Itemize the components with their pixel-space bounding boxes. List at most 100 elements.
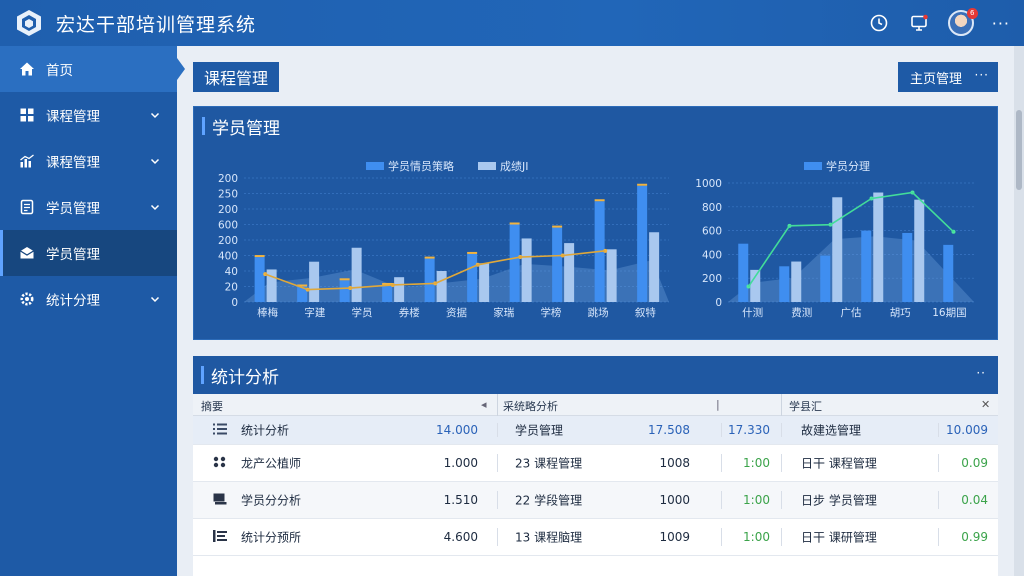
column-divider <box>781 394 782 416</box>
sidebar-item-student-active[interactable]: 学员管理 <box>0 230 177 276</box>
bar-primary <box>467 253 478 302</box>
row-name-2: 13 课程脑理 <box>515 530 583 545</box>
bar-secondary <box>791 261 802 302</box>
y-tick-label: 250 <box>218 189 238 201</box>
sidebar-item-home[interactable]: 首页 <box>0 46 185 92</box>
bar-primary <box>254 257 265 302</box>
more-icon[interactable]: ··· <box>992 14 1010 33</box>
legend-label: 学员情员策略 <box>388 159 454 173</box>
row-name: 统计分预所 <box>241 530 302 545</box>
sidebar-item-label: 统计分理 <box>46 293 100 309</box>
row-name-2: 23 课程管理 <box>515 456 583 471</box>
legend-swatch <box>366 162 384 170</box>
more-icon[interactable]: ··· <box>975 68 989 82</box>
y-tick-label: 200 <box>702 273 722 285</box>
bar-secondary <box>309 261 320 302</box>
stats-table-panel: 统计分析 ·· 摘要 ◂ 采统略分析 | 学县汇 ✕ 统计分析 14.000 学员管… <box>193 356 998 576</box>
bar-secondary <box>394 277 405 302</box>
bar-primary <box>943 244 954 302</box>
column-divider <box>721 454 722 472</box>
chevron-down-icon <box>150 204 160 211</box>
accent-bar <box>201 366 204 384</box>
scrollbar-thumb[interactable] <box>1016 110 1022 190</box>
row-name-3: 日干 课研管理 <box>801 530 877 545</box>
sidebar: 首页 课程管理 课程管理 学员管理 学员管理 统计分理 <box>0 46 185 576</box>
bar-primary <box>637 185 648 302</box>
bar-secondary <box>564 243 575 302</box>
column-divider <box>721 491 722 509</box>
notification-badge: 6 <box>966 8 978 19</box>
printer-icon <box>213 493 229 507</box>
bar-secondary <box>436 271 447 302</box>
column-divider <box>497 491 498 509</box>
legend-swatch <box>478 162 496 170</box>
y-tick-label: 800 <box>702 202 722 214</box>
bar-cap <box>637 183 648 186</box>
bar-primary <box>820 255 831 302</box>
home-icon <box>18 60 36 78</box>
row-value-4: 0.09 <box>961 456 988 470</box>
stats-table: 摘要 ◂ 采统略分析 | 学县汇 ✕ 统计分析 14.000 学员管理 17.508 1… <box>193 394 998 556</box>
close-icon[interactable]: ✕ <box>981 398 990 411</box>
sort-left-icon[interactable]: ◂ <box>481 398 487 411</box>
row-value-2: 1009 <box>659 530 690 544</box>
mail-icon <box>18 244 36 262</box>
legend-label: 成绩JI <box>500 160 529 173</box>
legend-label: 学员分理 <box>826 159 870 173</box>
main-page-manage-button[interactable]: 主页管理 ··· <box>898 62 998 92</box>
clock-icon[interactable] <box>868 12 890 34</box>
sidebar-item-course[interactable]: 课程管理 <box>0 92 177 138</box>
table-row[interactable]: 统计分预所 4.600 13 课程脑理 1009 1:00 日干 课研管理 0.99 <box>193 519 998 556</box>
dots-icon <box>213 456 229 470</box>
sidebar-item-student[interactable]: 学员管理 <box>0 184 177 230</box>
row-value-3: 17.330 <box>728 423 770 437</box>
row-value-3: 1:00 <box>743 530 770 544</box>
column-divider <box>721 528 722 546</box>
x-tick-label: 什测 <box>742 306 763 319</box>
more-icon[interactable]: ·· <box>976 366 986 380</box>
chart-panel: 学员管理 0 20 40 400 200 600 200 250 200 棒梅 字建 学员 券楼 资据 家瑞… <box>193 106 998 340</box>
x-tick-label: 16期国 <box>932 307 966 319</box>
y-tick-label: 600 <box>218 220 238 232</box>
y-tick-label: 200 <box>218 204 238 216</box>
top-bar: 宏达干部培训管理系统 6 ··· <box>0 0 1024 46</box>
y-tick-label: 200 <box>218 173 238 185</box>
bar-secondary <box>750 269 761 302</box>
row-value-1: 4.600 <box>443 530 478 544</box>
column-divider <box>497 528 498 546</box>
document-icon <box>18 198 36 216</box>
column-divider <box>721 423 722 437</box>
x-tick-label: 叙特 <box>635 306 656 319</box>
x-tick-label: 胡巧 <box>890 306 911 319</box>
y-tick-label: 200 <box>218 235 238 247</box>
table-row[interactable]: 学员分分析 1.510 22 学段管理 1000 1:00 日步 学员管理 0.04 <box>193 482 998 519</box>
row-value-2: 1008 <box>659 456 690 470</box>
column-header[interactable]: 学县汇 <box>789 398 822 414</box>
avatar[interactable]: 6 <box>947 8 978 36</box>
list-alt-icon <box>213 530 229 544</box>
chevron-down-icon <box>150 296 160 303</box>
charts-svg: 0 20 40 400 200 600 200 250 200 棒梅 字建 学员 券楼 资据 家瑞 学榜 跳场 叙… <box>218 159 974 319</box>
column-header[interactable]: 摘要 <box>201 398 223 414</box>
x-tick-label: 资据 <box>446 306 467 319</box>
bar-secondary <box>479 263 490 302</box>
table-row[interactable]: 龙产公植师 1.000 23 课程管理 1008 1:00 日干 课程管理 0.09 <box>193 445 998 482</box>
sidebar-item-stats[interactable]: 统计分理 <box>0 276 177 322</box>
row-value-4: 10.009 <box>946 423 988 437</box>
bar-cap <box>594 199 605 202</box>
divider-icon: | <box>716 398 720 411</box>
list-icon <box>213 423 229 437</box>
row-value-4: 0.04 <box>961 493 988 507</box>
monitor-icon[interactable] <box>908 12 930 34</box>
x-tick-label: 学榜 <box>540 306 561 319</box>
bar-primary <box>861 230 872 302</box>
bar-primary <box>424 258 435 302</box>
x-tick-label: 费测 <box>791 306 812 319</box>
column-header[interactable]: 采统略分析 <box>503 398 558 414</box>
x-tick-label: 字建 <box>304 306 325 319</box>
sidebar-item-course-2[interactable]: 课程管理 <box>0 138 177 184</box>
table-row[interactable]: 统计分析 14.000 学员管理 17.508 17.330 故建选管理 10.009 <box>193 416 998 445</box>
area-series <box>244 260 669 302</box>
bar-primary <box>509 224 520 302</box>
row-name: 统计分析 <box>241 423 290 438</box>
